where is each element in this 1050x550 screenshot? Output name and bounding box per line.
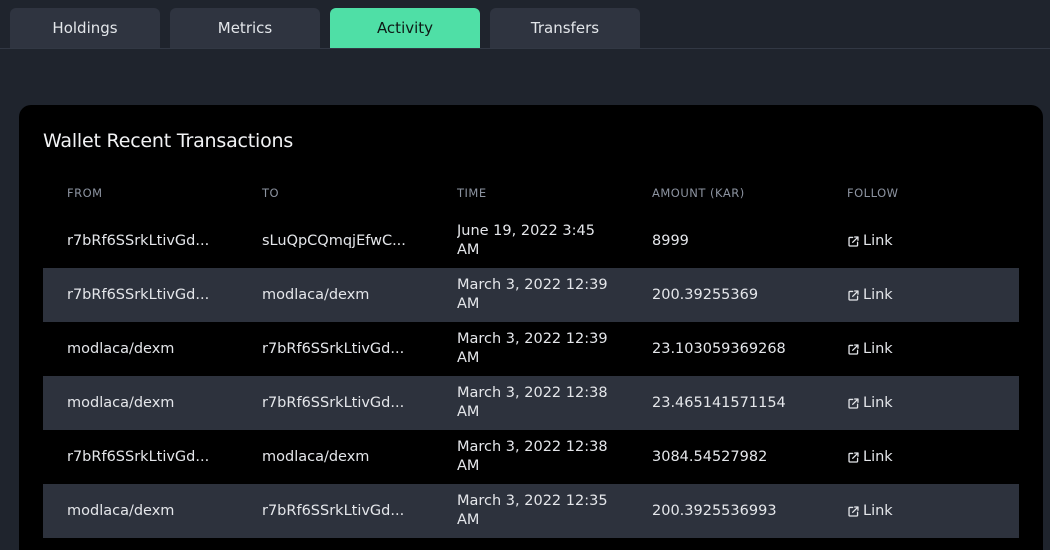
tab-bar: Holdings Metrics Activity Transfers: [0, 0, 1050, 49]
follow-link[interactable]: Link: [847, 484, 927, 538]
from-address: r7bRf6SSrkLtivGd...: [67, 233, 210, 249]
external-link-icon: [848, 452, 859, 463]
follow-link[interactable]: Link: [847, 376, 927, 430]
time: June 19, 2022 3:45 AM: [457, 223, 595, 258]
to-address: sLuQpCQmqjEfwC...: [262, 233, 406, 249]
table-header: FROM TO TIME AMOUNT (KAR) FOLLOW: [43, 186, 1019, 202]
external-link-icon: [848, 290, 859, 301]
tab-metrics[interactable]: Metrics: [170, 8, 320, 48]
follow-link[interactable]: Link: [847, 430, 927, 484]
from-address: r7bRf6SSrkLtivGd...: [67, 449, 210, 465]
column-header-time: TIME: [457, 186, 487, 200]
column-header-from: FROM: [67, 186, 103, 200]
to-address: modlaca/dexm: [262, 449, 370, 465]
amount: 3084.54527982: [652, 449, 768, 465]
to-address: r7bRf6SSrkLtivGd...: [262, 503, 405, 519]
card-title: Wallet Recent Transactions: [43, 130, 294, 152]
external-link-icon: [848, 398, 859, 409]
follow-link[interactable]: Link: [847, 268, 927, 322]
follow-link-label: Link: [863, 233, 893, 249]
external-link-icon: [848, 506, 859, 517]
follow-link[interactable]: Link: [847, 322, 927, 376]
from-address: r7bRf6SSrkLtivGd...: [67, 287, 210, 303]
amount: 8999: [652, 233, 689, 249]
column-header-amount: AMOUNT (KAR): [652, 186, 745, 200]
follow-link[interactable]: Link: [847, 214, 927, 268]
tab-activity[interactable]: Activity: [330, 8, 480, 48]
follow-link-label: Link: [863, 287, 893, 303]
time: March 3, 2022 12:38 AM: [457, 439, 608, 474]
time: March 3, 2022 12:39 AM: [457, 331, 608, 366]
from-address: modlaca/dexm: [67, 395, 175, 411]
follow-link-label: Link: [863, 449, 893, 465]
amount: 200.39255369: [652, 287, 759, 303]
amount: 23.465141571154: [652, 395, 786, 411]
follow-link-label: Link: [863, 503, 893, 519]
table-row: modlaca/dexm r7bRf6SSrkLtivGd... March 3…: [43, 376, 1019, 430]
table-row: modlaca/dexm r7bRf6SSrkLtivGd... March 3…: [43, 484, 1019, 538]
from-address: modlaca/dexm: [67, 503, 175, 519]
time: March 3, 2022 12:38 AM: [457, 385, 608, 420]
amount: 23.103059369268: [652, 341, 786, 357]
table-row: r7bRf6SSrkLtivGd... modlaca/dexm March 3…: [43, 430, 1019, 484]
to-address: r7bRf6SSrkLtivGd...: [262, 395, 405, 411]
amount: 200.3925536993: [652, 503, 777, 519]
column-header-follow: FOLLOW: [847, 186, 899, 200]
follow-link-label: Link: [863, 395, 893, 411]
external-link-icon: [848, 236, 859, 247]
follow-link-label: Link: [863, 341, 893, 357]
column-header-to: TO: [262, 186, 280, 200]
transactions-card: Wallet Recent Transactions FROM TO TIME …: [19, 105, 1043, 550]
time: March 3, 2022 12:35 AM: [457, 493, 608, 528]
time: March 3, 2022 12:39 AM: [457, 277, 608, 312]
table-row: modlaca/dexm r7bRf6SSrkLtivGd... March 3…: [43, 322, 1019, 376]
transactions-table-body: r7bRf6SSrkLtivGd... sLuQpCQmqjEfwC... Ju…: [43, 214, 1019, 538]
tab-holdings[interactable]: Holdings: [10, 8, 160, 48]
tab-transfers[interactable]: Transfers: [490, 8, 640, 48]
from-address: modlaca/dexm: [67, 341, 175, 357]
to-address: modlaca/dexm: [262, 287, 370, 303]
table-row: r7bRf6SSrkLtivGd... modlaca/dexm March 3…: [43, 268, 1019, 322]
external-link-icon: [848, 344, 859, 355]
table-row: r7bRf6SSrkLtivGd... sLuQpCQmqjEfwC... Ju…: [43, 214, 1019, 268]
to-address: r7bRf6SSrkLtivGd...: [262, 341, 405, 357]
